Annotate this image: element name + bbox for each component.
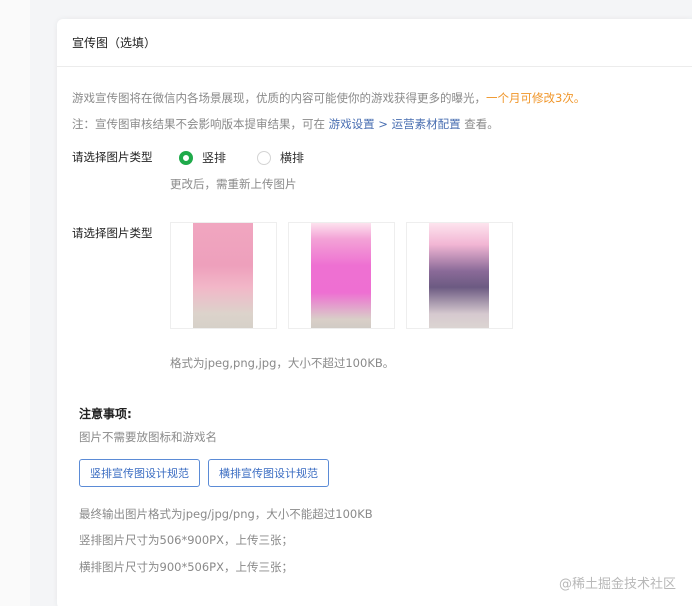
desc-line-2: 注：宣传图审核结果不会影响版本提审结果，可在 游戏设置 > 运营素材配置 查看。	[72, 116, 499, 132]
image-thumb-3-picture	[429, 223, 489, 328]
watermark: @稀土掘金技术社区	[558, 577, 676, 592]
image-type-hint: 更改后，需重新上传图片	[170, 177, 297, 191]
radio-vertical-label: 竖排	[202, 151, 227, 165]
spec-line-vertical: 竖排图片尺寸为506*900PX，上传三张；	[79, 533, 293, 547]
radio-vertical[interactable]: 竖排	[179, 149, 226, 166]
card-title: 宣传图（选填）	[72, 36, 157, 50]
image-thumb-3[interactable]	[406, 222, 513, 329]
desc-line-2-suffix: 查看。	[464, 117, 499, 131]
desc-line-2-prefix: 注：宣传图审核结果不会影响版本提审结果，可在	[72, 117, 325, 131]
image-format-hint: 格式为jpeg,png,jpg，大小不超过100KB。	[170, 356, 395, 370]
image-thumb-1-picture	[193, 223, 253, 328]
images-label: 请选择图片类型	[72, 226, 153, 240]
spec-line-horizontal: 横排图片尺寸为900*506PX，上传三张；	[79, 560, 293, 574]
card-header: 宣传图（选填）	[57, 19, 692, 67]
desc-line-1: 游戏宣传图将在微信内各场景展现，优质的内容可能使你的游戏获得更多的曝光，一个月可…	[72, 90, 585, 106]
left-sidebar-strip	[0, 0, 30, 606]
horizontal-design-spec-button[interactable]: 横排宣传图设计规范	[208, 459, 329, 487]
image-thumb-2[interactable]	[288, 222, 395, 329]
notice-title: 注意事项:	[79, 407, 132, 421]
image-thumb-1[interactable]	[170, 222, 277, 329]
promo-image-card: 宣传图（选填） 游戏宣传图将在微信内各场景展现，优质的内容可能使你的游戏获得更多…	[57, 19, 692, 606]
spec-line-format: 最终输出图片格式为jpeg/jpg/png，大小不能超过100KB	[79, 507, 373, 521]
game-settings-link[interactable]: 游戏设置 > 运营素材配置	[329, 117, 461, 131]
desc-line-1-text: 游戏宣传图将在微信内各场景展现，优质的内容可能使你的游戏获得更多的曝光，	[72, 91, 486, 105]
radio-horizontal-circle-icon[interactable]	[257, 150, 271, 165]
image-thumb-2-picture	[311, 223, 371, 328]
modify-limit-highlight: 一个月可修改3次。	[486, 91, 586, 105]
image-type-label: 请选择图片类型	[72, 150, 153, 164]
notice-text: 图片不需要放图标和游戏名	[79, 430, 217, 444]
radio-vertical-circle-icon[interactable]	[179, 150, 193, 165]
vertical-design-spec-button[interactable]: 竖排宣传图设计规范	[79, 459, 200, 487]
radio-horizontal[interactable]: 横排	[257, 149, 304, 166]
radio-horizontal-label: 横排	[280, 151, 305, 165]
